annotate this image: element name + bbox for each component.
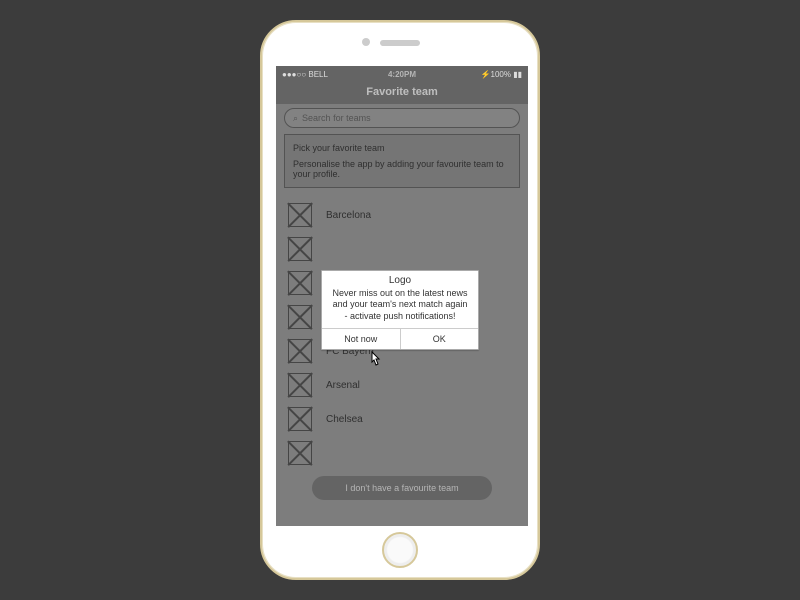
push-notifications-dialog: Logo Never miss out on the latest news a…: [321, 270, 479, 350]
home-button[interactable]: [382, 532, 418, 568]
not-now-label: Not now: [344, 334, 377, 344]
phone-speaker: [380, 40, 420, 46]
not-now-button[interactable]: Not now: [322, 329, 401, 349]
ok-label: OK: [433, 334, 446, 344]
dialog-actions: Not now OK: [322, 328, 478, 349]
status-battery: ⚡100% ▮▮: [481, 70, 522, 79]
ok-button[interactable]: OK: [401, 329, 479, 349]
dialog-title: Logo: [322, 271, 478, 288]
dialog-body: Never miss out on the latest news and yo…: [322, 288, 478, 328]
phone-camera-dot: [362, 38, 370, 46]
status-carrier: ●●●○○ BELL: [282, 70, 328, 79]
